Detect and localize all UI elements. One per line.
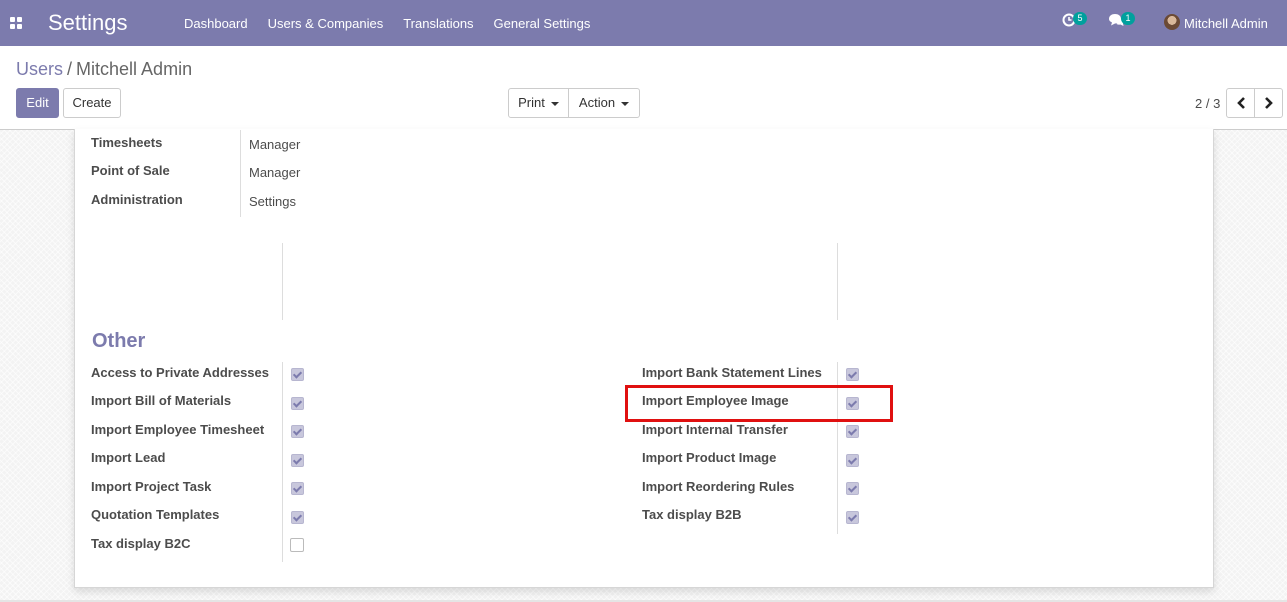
activity-count-badge: 5 [1073, 12, 1087, 25]
field-label: Import Reordering Rules [642, 479, 795, 494]
field-label: Tax display B2B [642, 507, 742, 522]
caret-down-icon [621, 101, 630, 106]
create-button[interactable]: Create [63, 88, 121, 118]
checkbox-tax-display-b2b[interactable] [846, 511, 859, 524]
main-menu: Dashboard Users & Companies Translations… [184, 16, 610, 31]
checkbox-import-reordering-rules[interactable] [846, 482, 859, 495]
chevron-right-icon [1265, 97, 1273, 109]
checkbox-access-private-addresses[interactable] [291, 368, 304, 381]
column-divider [282, 243, 283, 320]
access-label-administration: Administration [91, 192, 183, 207]
top-navbar: Settings Dashboard Users & Companies Tra… [0, 0, 1287, 46]
field-label: Access to Private Addresses [91, 365, 270, 380]
column-divider [837, 243, 838, 320]
action-label: Action [578, 95, 616, 110]
pager-next-button[interactable] [1254, 88, 1283, 118]
field-label: Import Bank Statement Lines [642, 365, 822, 380]
menu-item-users-companies[interactable]: Users & Companies [268, 16, 384, 31]
breadcrumb-parent[interactable]: Users [16, 59, 63, 79]
field-label: Import Bill of Materials [91, 393, 232, 408]
avatar[interactable] [1164, 14, 1180, 30]
activity-button[interactable]: 5 [1062, 12, 1087, 30]
checkbox-tax-display-b2c[interactable] [290, 538, 304, 552]
action-dropdown[interactable]: Action [568, 88, 640, 118]
checkbox-import-bill-of-materials[interactable] [291, 397, 304, 410]
caret-down-icon [550, 101, 559, 106]
breadcrumb-current: Mitchell Admin [76, 59, 193, 79]
app-title: Settings [48, 10, 128, 35]
access-value-administration: Settings [249, 194, 296, 209]
pager-previous-button[interactable] [1226, 88, 1255, 118]
access-value-timesheets: Manager [249, 137, 301, 152]
messages-button[interactable]: 1 [1108, 12, 1135, 30]
column-divider [282, 362, 283, 562]
highlight-box [625, 385, 893, 422]
breadcrumb: Users / Mitchell Admin [16, 59, 192, 80]
menu-item-general-settings[interactable]: General Settings [494, 16, 591, 31]
section-title-other: Other [92, 330, 146, 352]
checkbox-quotation-templates[interactable] [291, 511, 304, 524]
checkbox-import-project-task[interactable] [291, 482, 304, 495]
checkbox-import-internal-transfer[interactable] [846, 425, 859, 438]
access-label-timesheets: Timesheets [91, 135, 163, 150]
checkbox-import-employee-timesheet[interactable] [291, 425, 304, 438]
menu-item-dashboard[interactable]: Dashboard [184, 16, 248, 31]
checkbox-import-bank-statement-lines[interactable] [846, 368, 859, 381]
field-label: Import Lead [91, 450, 166, 465]
field-label: Quotation Templates [91, 507, 220, 522]
messages-count-badge: 1 [1121, 12, 1135, 25]
menu-item-translations[interactable]: Translations [403, 16, 473, 31]
user-menu[interactable]: Mitchell Admin [1184, 16, 1268, 31]
column-divider [240, 130, 241, 217]
access-value-point-of-sale: Manager [249, 165, 301, 180]
field-label: Import Employee Timesheet [91, 422, 265, 437]
field-label: Import Product Image [642, 450, 777, 465]
access-label-point-of-sale: Point of Sale [91, 163, 170, 178]
pager-value[interactable]: 2 / 3 [1195, 96, 1220, 111]
checkbox-import-product-image[interactable] [846, 454, 859, 467]
field-label: Import Project Task [91, 479, 212, 494]
edit-button[interactable]: Edit [16, 88, 59, 118]
field-label: Import Internal Transfer [642, 422, 788, 437]
breadcrumb-separator: / [67, 59, 73, 79]
apps-icon[interactable] [10, 17, 22, 29]
chevron-left-icon [1237, 97, 1245, 109]
print-label: Print [518, 95, 545, 110]
checkbox-import-lead[interactable] [291, 454, 304, 467]
field-label: Tax display B2C [91, 536, 191, 551]
print-dropdown[interactable]: Print [508, 88, 569, 118]
